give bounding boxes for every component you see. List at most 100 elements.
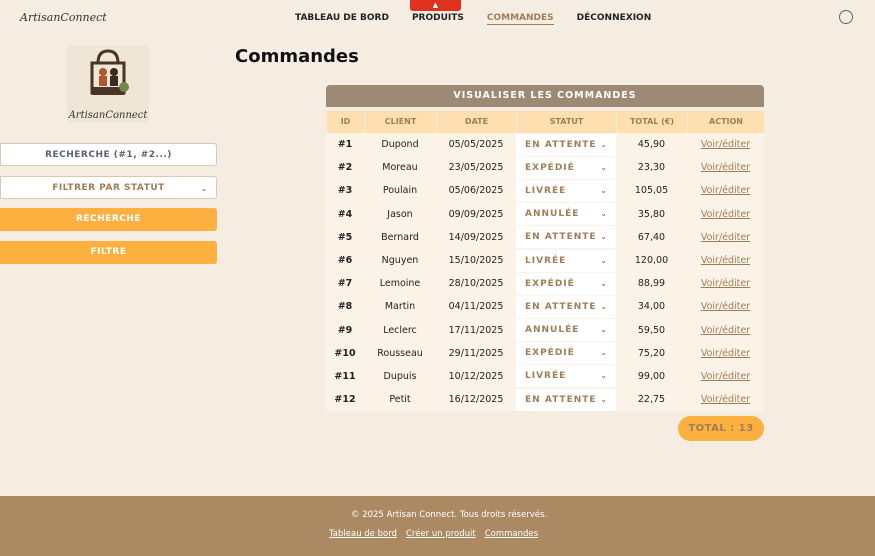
order-total: 22,75 bbox=[637, 394, 666, 406]
chevron-down-icon: ⌄ bbox=[600, 255, 608, 265]
status-value: ANNULÉE bbox=[525, 325, 580, 336]
table-title: VISUALISER LES COMMANDES bbox=[326, 85, 764, 107]
filter-button[interactable]: FILTRE bbox=[0, 241, 217, 264]
view-edit-link[interactable]: Voir/éditer bbox=[687, 278, 764, 289]
copyright: © 2025 Artisan Connect. Tous droits rése… bbox=[351, 510, 548, 520]
order-total: 88,99 bbox=[637, 278, 666, 290]
nav-orders[interactable]: COMMANDES bbox=[486, 13, 554, 25]
order-total: 45,90 bbox=[637, 139, 666, 151]
status-filter-select[interactable]: FILTRER PAR STATUT ⌄ bbox=[0, 176, 217, 199]
order-date: 04/11/2025 bbox=[448, 301, 504, 313]
status-select[interactable]: LIVRÉE ⌄ bbox=[516, 249, 616, 272]
status-select[interactable]: ANNULÉE ⌄ bbox=[516, 319, 616, 342]
order-id: #10 bbox=[334, 347, 356, 359]
chevron-down-icon: ⌄ bbox=[200, 184, 208, 193]
brand-logo: ArtisanConnect bbox=[67, 45, 149, 123]
col-client: CLIENT bbox=[364, 111, 436, 133]
col-status: STATUT bbox=[516, 111, 616, 133]
status-select[interactable]: EN ATTENTE ⌄ bbox=[516, 295, 616, 318]
status-select[interactable]: LIVRÉE ⌄ bbox=[516, 365, 616, 388]
order-client: Poulain bbox=[382, 185, 418, 197]
notification-tab[interactable]: ▲ bbox=[410, 0, 461, 11]
col-date: DATE bbox=[436, 111, 516, 133]
order-id: #9 bbox=[337, 324, 353, 336]
status-value: LIVRÉE bbox=[525, 371, 567, 382]
chevron-down-icon: ⌄ bbox=[600, 185, 608, 195]
order-date: 29/11/2025 bbox=[448, 347, 504, 359]
status-select[interactable]: EXPÉDIÉ ⌄ bbox=[516, 156, 616, 179]
view-edit-link[interactable]: Voir/éditer bbox=[687, 162, 764, 173]
nav-dashboard[interactable]: TABLEAU DE BORD bbox=[295, 13, 389, 25]
nav-products[interactable]: PRODUITS bbox=[412, 13, 464, 25]
status-select[interactable]: EN ATTENTE ⌄ bbox=[516, 133, 616, 156]
table-row: #12 Petit 16/12/2025 EN ATTENTE ⌄ 22,75 V… bbox=[326, 388, 764, 412]
order-id: #1 bbox=[337, 139, 353, 151]
status-select[interactable]: EN ATTENTE ⌄ bbox=[516, 226, 616, 249]
status-value: LIVRÉE bbox=[525, 185, 567, 196]
order-client: Bernard bbox=[381, 231, 419, 243]
view-edit-link[interactable]: Voir/éditer bbox=[687, 301, 764, 312]
col-total: TOTAL (€) bbox=[616, 111, 687, 133]
order-client: Dupond bbox=[381, 139, 419, 151]
view-edit-link[interactable]: Voir/éditer bbox=[687, 371, 764, 382]
col-id: ID bbox=[326, 111, 364, 133]
chevron-down-icon: ⌄ bbox=[600, 348, 608, 358]
table-row: #6 Nguyen 15/10/2025 LIVRÉE ⌄ 120,00 Voir… bbox=[326, 248, 764, 273]
view-edit-link[interactable]: Voir/éditer bbox=[687, 185, 764, 196]
view-edit-link[interactable]: Voir/éditer bbox=[687, 139, 764, 150]
order-id: #11 bbox=[334, 370, 356, 382]
status-value: EXPÉDIÉ bbox=[525, 278, 575, 289]
order-id: #2 bbox=[337, 162, 353, 174]
order-total: 59,50 bbox=[637, 324, 666, 336]
table-row: #2 Moreau 23/05/2025 EXPÉDIÉ ⌄ 23,30 Voir… bbox=[326, 156, 764, 180]
footer-link-dashboard[interactable]: Tableau de bord bbox=[329, 529, 397, 539]
order-client: Moreau bbox=[382, 162, 418, 174]
view-edit-link[interactable]: Voir/éditer bbox=[687, 209, 764, 220]
order-total: 67,40 bbox=[637, 231, 666, 243]
table-row: #11 Dupuis 10/12/2025 LIVRÉE ⌄ 99,00 Voir… bbox=[326, 364, 764, 389]
order-id: #3 bbox=[337, 185, 353, 197]
search-button[interactable]: RECHERCHE bbox=[0, 208, 217, 231]
status-select[interactable]: EXPÉDIÉ ⌄ bbox=[516, 272, 616, 295]
status-value: EXPÉDIÉ bbox=[525, 162, 575, 173]
footer-link-create-product[interactable]: Créer un produit bbox=[406, 529, 476, 539]
order-id: #8 bbox=[337, 301, 353, 313]
view-edit-link[interactable]: Voir/éditer bbox=[687, 232, 764, 243]
header-logo[interactable]: ArtisanConnect bbox=[20, 11, 107, 24]
chevron-down-icon: ⌄ bbox=[600, 162, 608, 172]
order-id: #7 bbox=[337, 278, 353, 290]
order-id: #5 bbox=[337, 231, 353, 243]
status-value: LIVRÉE bbox=[525, 255, 567, 266]
orders-table: VISUALISER LES COMMANDES ID CLIENT DATE … bbox=[326, 85, 764, 412]
chevron-down-icon: ⌄ bbox=[600, 209, 608, 219]
chevron-down-icon: ⌄ bbox=[600, 325, 608, 335]
view-edit-link[interactable]: Voir/éditer bbox=[687, 348, 764, 359]
chevron-down-icon: ⌄ bbox=[600, 394, 608, 404]
status-select[interactable]: EXPÉDIÉ ⌄ bbox=[516, 342, 616, 365]
footer-link-orders[interactable]: Commandes bbox=[485, 529, 538, 539]
chevron-down-icon: ⌄ bbox=[600, 232, 608, 242]
user-icon[interactable] bbox=[839, 10, 853, 24]
order-total: 35,80 bbox=[637, 208, 666, 220]
status-value: EN ATTENTE bbox=[525, 301, 597, 312]
view-edit-link[interactable]: Voir/éditer bbox=[687, 394, 764, 405]
order-total: 120,00 bbox=[634, 255, 669, 267]
status-value: EXPÉDIÉ bbox=[525, 348, 575, 359]
order-total: 34,00 bbox=[637, 301, 666, 313]
status-select[interactable]: ANNULÉE ⌄ bbox=[516, 203, 616, 226]
view-edit-link[interactable]: Voir/éditer bbox=[687, 255, 764, 266]
table-row: #1 Dupond 05/05/2025 EN ATTENTE ⌄ 45,90 V… bbox=[326, 133, 764, 157]
status-select[interactable]: EN ATTENTE ⌄ bbox=[516, 388, 616, 411]
order-date: 14/09/2025 bbox=[448, 231, 504, 243]
order-total: 75,20 bbox=[637, 347, 666, 359]
status-value: EN ATTENTE bbox=[525, 139, 597, 150]
order-total: 99,00 bbox=[637, 370, 666, 382]
view-edit-link[interactable]: Voir/éditer bbox=[687, 325, 764, 336]
total-count-badge: TOTAL : 13 bbox=[678, 416, 764, 441]
status-value: EN ATTENTE bbox=[525, 232, 597, 243]
page-title: Commandes bbox=[235, 46, 359, 67]
nav-logout[interactable]: DÉCONNEXION bbox=[577, 13, 652, 25]
status-select[interactable]: LIVRÉE ⌄ bbox=[516, 179, 616, 202]
search-input[interactable]: RECHERCHE (#1, #2...) bbox=[0, 143, 217, 166]
chevron-down-icon: ⌄ bbox=[600, 139, 608, 149]
